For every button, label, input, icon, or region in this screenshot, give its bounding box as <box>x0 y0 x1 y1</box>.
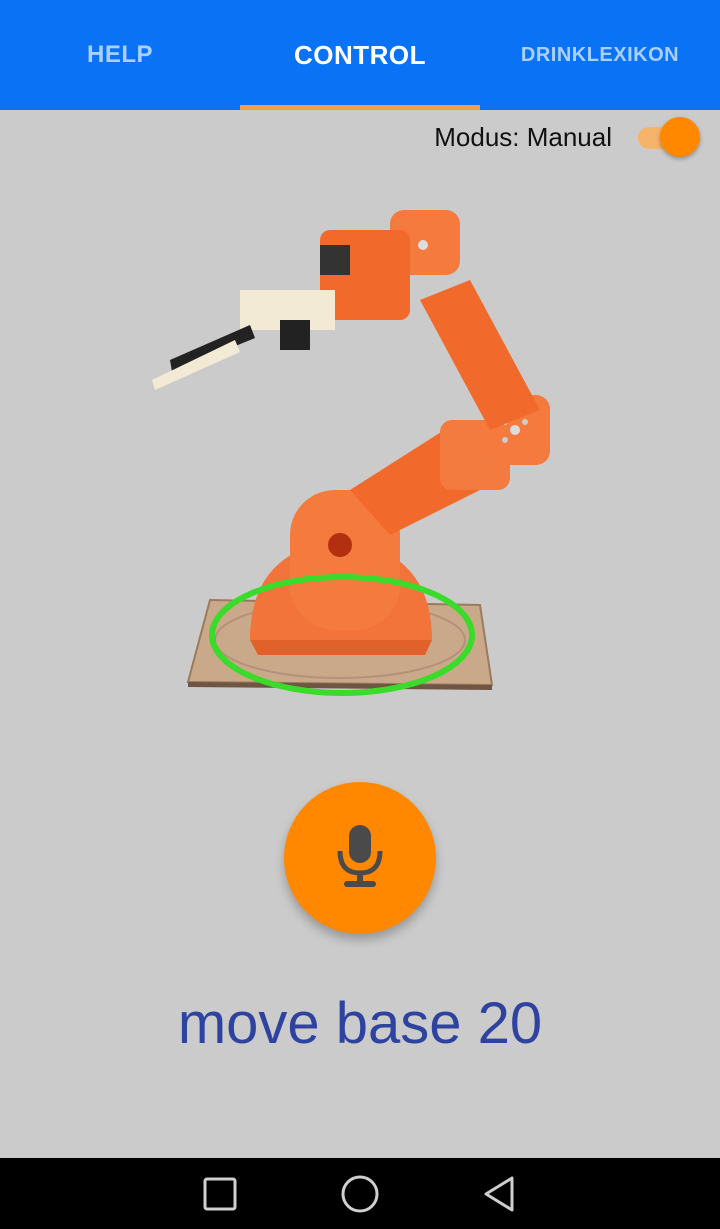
mode-toggle[interactable] <box>634 117 700 157</box>
circle-icon <box>341 1175 379 1212</box>
microphone-button[interactable] <box>284 782 436 934</box>
mode-row: Modus: Manual <box>434 112 700 162</box>
mode-label: Modus: Manual <box>434 121 612 152</box>
recents-button[interactable] <box>195 1169 245 1219</box>
back-button[interactable] <box>475 1169 525 1219</box>
square-icon <box>203 1177 237 1210</box>
tab-drinklexikon[interactable]: DRINKLEXIKON <box>480 0 720 110</box>
command-text: move base 20 <box>177 991 543 1056</box>
microphone-icon <box>337 825 383 887</box>
tab-bar: HELP CONTROL DRINKLEXIKON <box>0 0 720 110</box>
triangle-back-icon <box>484 1176 514 1211</box>
robot-arm-image <box>152 210 550 696</box>
home-button[interactable] <box>335 1169 385 1219</box>
tab-control[interactable]: CONTROL <box>240 0 480 110</box>
system-nav-bar <box>0 1158 720 1229</box>
tab-help[interactable]: HELP <box>0 0 240 110</box>
toggle-thumb <box>660 117 700 157</box>
